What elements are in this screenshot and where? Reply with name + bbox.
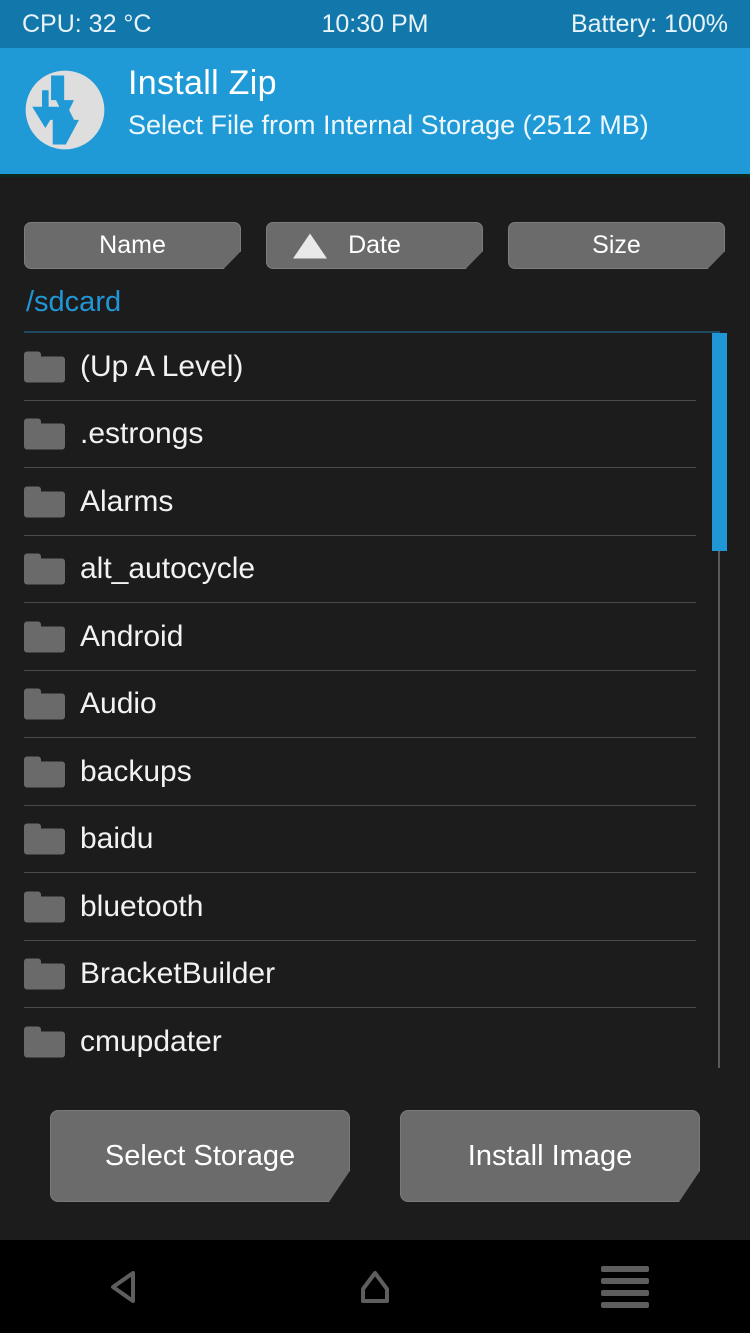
android-navigation-bar [0, 1240, 750, 1333]
sort-by-size-button[interactable]: Size [508, 222, 725, 269]
page-header: Install Zip Select File from Internal St… [0, 48, 750, 174]
file-list-item[interactable]: .estrongs [0, 401, 750, 469]
nav-home-button[interactable] [250, 1240, 500, 1333]
folder-icon [24, 621, 65, 652]
back-triangle-icon [103, 1265, 147, 1309]
file-list-item-label: Alarms [80, 485, 173, 519]
sort-by-name-button[interactable]: Name [24, 222, 241, 269]
sort-size-label: Size [592, 231, 641, 260]
folder-icon [24, 1026, 65, 1057]
install-image-button[interactable]: Install Image [400, 1110, 700, 1202]
file-list-item-label: cmupdater [80, 1025, 222, 1059]
folder-icon [24, 824, 65, 855]
file-list-item-label: backups [80, 755, 192, 789]
twrp-screen: CPU: 32 °C 10:30 PM Battery: 100% Instal… [0, 0, 750, 1333]
file-list-item[interactable]: backups [0, 738, 750, 806]
file-list-item[interactable]: (Up A Level) [0, 333, 750, 401]
hamburger-menu-icon [601, 1266, 649, 1308]
file-list-item-label: alt_autocycle [80, 552, 255, 586]
file-list-item-label: (Up A Level) [80, 350, 243, 384]
file-list-item[interactable]: Alarms [0, 468, 750, 536]
home-icon [353, 1265, 397, 1309]
file-list-item[interactable]: alt_autocycle [0, 536, 750, 604]
folder-icon [24, 756, 65, 787]
select-storage-label: Select Storage [105, 1140, 295, 1173]
sort-by-date-button[interactable]: Date [266, 222, 483, 269]
nav-menu-button[interactable] [500, 1240, 750, 1333]
file-list-item-label: Audio [80, 687, 157, 721]
scrollbar-thumb[interactable] [712, 333, 727, 551]
install-image-label: Install Image [468, 1140, 632, 1173]
file-list-item-label: bluetooth [80, 890, 203, 924]
file-list[interactable]: (Up A Level) .estrongs Alarms alt_autocycle… [0, 333, 750, 1068]
file-list-item-label: baidu [80, 822, 153, 856]
folder-icon [24, 351, 65, 382]
folder-icon [24, 486, 65, 517]
sort-button-row: Name Date Size [0, 222, 750, 269]
header-divider [0, 174, 750, 177]
file-list-item[interactable]: Android [0, 603, 750, 671]
nav-back-button[interactable] [0, 1240, 250, 1333]
breadcrumb[interactable]: /sdcard [26, 286, 121, 319]
sort-date-label: Date [348, 231, 401, 260]
file-list-item[interactable]: BracketBuilder [0, 941, 750, 1009]
battery-level: Battery: 100% [571, 10, 728, 39]
folder-icon [24, 959, 65, 990]
file-list-item-label: .estrongs [80, 417, 203, 451]
page-title: Install Zip [128, 64, 277, 103]
sort-ascending-triangle-icon [293, 233, 327, 258]
file-list-item[interactable]: Audio [0, 671, 750, 739]
file-list-item[interactable]: cmupdater [0, 1008, 750, 1068]
twrp-logo-icon [24, 69, 106, 151]
folder-icon [24, 554, 65, 585]
file-list-item-label: BracketBuilder [80, 957, 275, 991]
status-bar: CPU: 32 °C 10:30 PM Battery: 100% [0, 0, 750, 48]
folder-icon [24, 689, 65, 720]
file-list-item[interactable]: bluetooth [0, 873, 750, 941]
sort-name-label: Name [99, 231, 166, 260]
page-subtitle: Select File from Internal Storage (2512 … [128, 110, 649, 141]
select-storage-button[interactable]: Select Storage [50, 1110, 350, 1202]
file-list-item[interactable]: baidu [0, 806, 750, 874]
action-button-row: Select Storage Install Image [0, 1110, 750, 1202]
folder-icon [24, 891, 65, 922]
file-list-item-label: Android [80, 620, 183, 654]
folder-icon [24, 419, 65, 450]
